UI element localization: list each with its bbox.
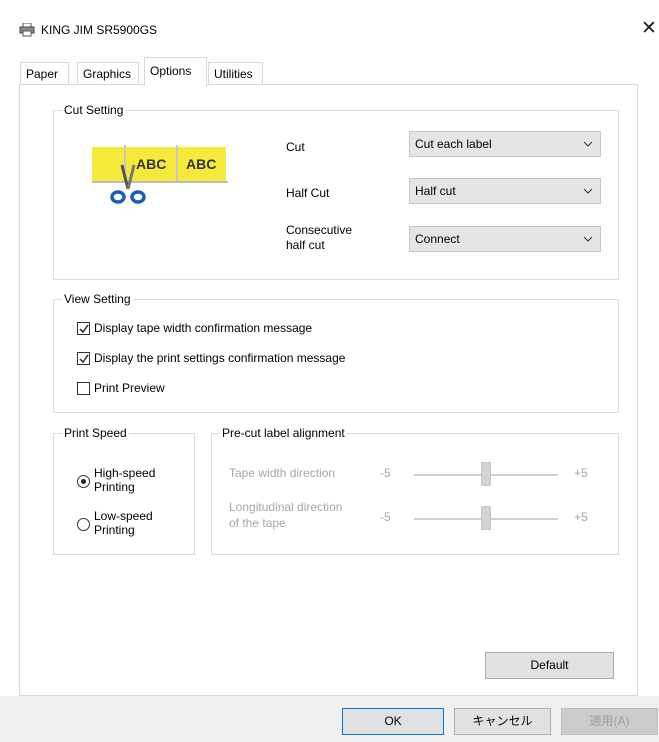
print-speed-label: Print Speed <box>62 426 129 440</box>
cut-label: Cut <box>286 140 305 154</box>
half-cut-select-value: Half cut <box>415 184 456 198</box>
label-sample-text-2: ABC <box>186 156 217 172</box>
tape-width-direction-label: Tape width direction <box>229 466 336 480</box>
consecutive-label-line2: half cut <box>286 238 325 252</box>
tape-width-min-label: -5 <box>380 466 391 480</box>
checkbox-checked-icon <box>77 322 90 335</box>
radio-selected-icon <box>77 475 90 488</box>
precut-alignment-label: Pre-cut label alignment <box>220 426 347 440</box>
tab-utilities[interactable]: Utilities <box>208 62 263 85</box>
tape-width-confirm-label: Display tape width confirmation message <box>94 321 313 335</box>
low-speed-radio[interactable]: Low-speed Printing <box>77 509 187 543</box>
print-preview-label: Print Preview <box>94 381 165 395</box>
high-speed-label-line2: Printing <box>94 480 135 494</box>
radio-unselected-icon <box>77 518 90 531</box>
options-panel: Cut Setting ABC ABC Cut Cut each label H <box>19 84 638 696</box>
longitudinal-max-label: +5 <box>574 510 588 524</box>
label-sample-text-1: ABC <box>136 156 167 172</box>
title-bar: KING JIM SR5900GS ✕ <box>0 0 659 50</box>
half-cut-label: Half Cut <box>286 186 330 200</box>
precut-alignment-group: Pre-cut label alignment Tape width direc… <box>211 426 619 555</box>
chevron-down-icon <box>584 236 592 242</box>
consecutive-half-cut-select[interactable]: Connect <box>409 226 601 252</box>
checkbox-checked-icon <box>77 352 90 365</box>
default-button[interactable]: Default <box>485 652 614 679</box>
cut-select-value: Cut each label <box>415 137 492 151</box>
close-button[interactable]: ✕ <box>640 17 658 41</box>
view-setting-label: View Setting <box>62 292 133 306</box>
tab-graphics[interactable]: Graphics <box>77 62 139 85</box>
cancel-button[interactable]: キャンセル <box>454 708 551 735</box>
cut-setting-group: Cut Setting ABC ABC Cut Cut each label H <box>53 103 619 280</box>
printer-icon <box>19 22 35 37</box>
print-settings-confirm-label: Display the print settings confirmation … <box>94 351 346 365</box>
cut-select[interactable]: Cut each label <box>409 131 601 157</box>
tape-width-max-label: +5 <box>574 466 588 480</box>
window-title: KING JIM SR5900GS <box>41 23 158 37</box>
high-speed-label-line1: High-speed <box>94 466 156 480</box>
consecutive-label-line1: Consecutive <box>286 223 353 237</box>
ok-button[interactable]: OK <box>342 708 444 735</box>
longitudinal-label-line2: of the tape <box>229 516 286 530</box>
consecutive-select-value: Connect <box>415 232 460 246</box>
print-speed-group: Print Speed High-speed Printing Low-spee… <box>53 426 195 555</box>
longitudinal-min-label: -5 <box>380 510 391 524</box>
half-cut-select[interactable]: Half cut <box>409 178 601 204</box>
tab-paper[interactable]: Paper <box>20 62 69 85</box>
high-speed-radio[interactable]: High-speed Printing <box>77 466 187 500</box>
longitudinal-slider-thumb[interactable] <box>481 506 491 530</box>
dialog-footer: OK キャンセル 適用(A) <box>0 696 659 742</box>
apply-button[interactable]: 適用(A) <box>561 708 658 735</box>
checkbox-unchecked-icon <box>77 382 90 395</box>
longitudinal-label-line1: Longitudinal direction <box>229 500 343 514</box>
cut-setting-label: Cut Setting <box>62 103 126 117</box>
view-setting-group: View Setting Display tape width confirma… <box>53 292 619 413</box>
low-speed-label-line1: Low-speed <box>94 509 153 523</box>
low-speed-label-line2: Printing <box>94 523 135 537</box>
chevron-down-icon <box>584 188 592 194</box>
tape-width-slider-thumb[interactable] <box>481 462 491 486</box>
cut-illustration: ABC ABC <box>92 145 228 215</box>
chevron-down-icon <box>584 141 592 147</box>
tab-options[interactable]: Options <box>144 57 207 86</box>
